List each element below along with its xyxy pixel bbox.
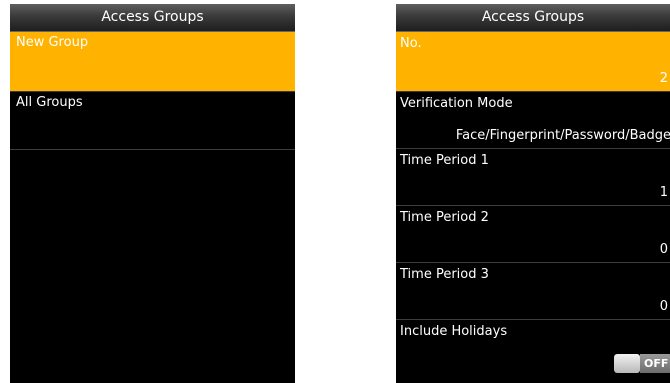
field-time-period-1[interactable]: Time Period 1 1 bbox=[396, 149, 670, 206]
field-label: Time Period 3 bbox=[400, 267, 489, 282]
field-include-holidays[interactable]: Include Holidays OFF bbox=[396, 320, 670, 377]
toggle-state-label: OFF bbox=[640, 354, 670, 373]
field-time-period-2[interactable]: Time Period 2 0 bbox=[396, 206, 670, 263]
field-value: 2 bbox=[659, 71, 668, 86]
include-holidays-toggle[interactable]: OFF bbox=[614, 354, 670, 373]
field-label: Time Period 1 bbox=[400, 153, 489, 168]
field-value: Face/Fingerprint/Password/Badge bbox=[455, 128, 670, 143]
menu-item-label: All Groups bbox=[16, 95, 83, 110]
field-label: Include Holidays bbox=[400, 324, 508, 339]
screen-title: Access Groups bbox=[396, 4, 670, 32]
left-device-screen: Access Groups New Group All Groups bbox=[10, 4, 295, 383]
toggle-knob bbox=[614, 354, 640, 373]
screen-title: Access Groups bbox=[10, 4, 295, 32]
field-label: No. bbox=[400, 36, 422, 51]
field-value: 1 bbox=[659, 185, 668, 200]
menu-item-new-group[interactable]: New Group bbox=[10, 32, 295, 92]
field-label: Time Period 2 bbox=[400, 210, 489, 225]
right-device-screen: Access Groups No. 2 Verification Mode Fa… bbox=[396, 4, 670, 383]
field-number[interactable]: No. 2 bbox=[396, 32, 670, 92]
field-label: Verification Mode bbox=[400, 96, 513, 111]
menu-item-label: New Group bbox=[16, 35, 89, 50]
field-value: 0 bbox=[659, 299, 668, 314]
field-value: 0 bbox=[659, 242, 668, 257]
menu-item-all-groups[interactable]: All Groups bbox=[10, 92, 295, 150]
field-time-period-3[interactable]: Time Period 3 0 bbox=[396, 263, 670, 320]
field-verification-mode[interactable]: Verification Mode Face/Fingerprint/Passw… bbox=[396, 92, 670, 149]
